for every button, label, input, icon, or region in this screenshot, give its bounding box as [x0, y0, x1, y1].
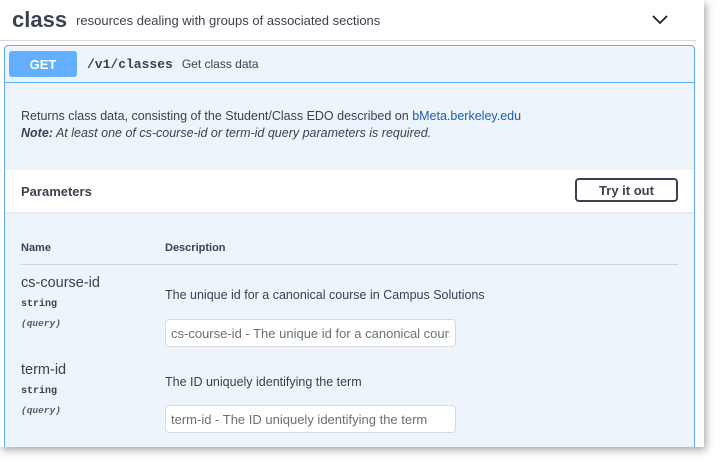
operation-summary-text: Get class data [181, 57, 259, 71]
header-divider [21, 264, 678, 265]
column-header-description: Description [165, 242, 226, 254]
operation-summary[interactable]: GET /v1/classes Get class data [5, 46, 694, 83]
tag-section-header[interactable]: class resources dealing with groups of a… [0, 0, 696, 41]
method-badge: GET [9, 51, 77, 77]
param-type: string [21, 386, 58, 397]
param-type: string [21, 299, 58, 310]
description-text: Returns class data, consisting of the St… [21, 109, 413, 123]
tag-description: resources dealing with groups of associa… [76, 12, 381, 28]
param-description: The ID uniquely identifying the term [165, 375, 362, 389]
column-header-name: Name [21, 242, 51, 254]
cs-course-id-input[interactable] [165, 319, 456, 347]
try-it-out-button[interactable]: Try it out [575, 178, 678, 202]
tag-name: class [12, 7, 68, 32]
param-name-cs-course-id: cs-course-id [21, 275, 100, 291]
chevron-down-icon[interactable] [648, 8, 672, 32]
bmeta-link[interactable]: bMeta.berkeley.edu [412, 109, 521, 123]
operation-description: Returns class data, consisting of the St… [21, 108, 681, 142]
operation-path: /v1/classes [87, 56, 173, 72]
operation-block: GET /v1/classes Get class data Returns c… [4, 45, 695, 447]
parameters-header: Parameters Try it out [5, 170, 694, 212]
param-name-term-id: term-id [21, 362, 67, 378]
swagger-frame: class resources dealing with groups of a… [0, 0, 704, 447]
note-text: At least one of cs-course-id or term-id … [52, 126, 432, 140]
term-id-input[interactable] [165, 405, 456, 433]
param-location: (query) [21, 318, 61, 329]
parameters-title: Parameters [21, 183, 92, 199]
param-location: (query) [21, 405, 61, 416]
param-description: The unique id for a canonical course in … [165, 288, 485, 302]
note-label: Note: [21, 126, 53, 140]
